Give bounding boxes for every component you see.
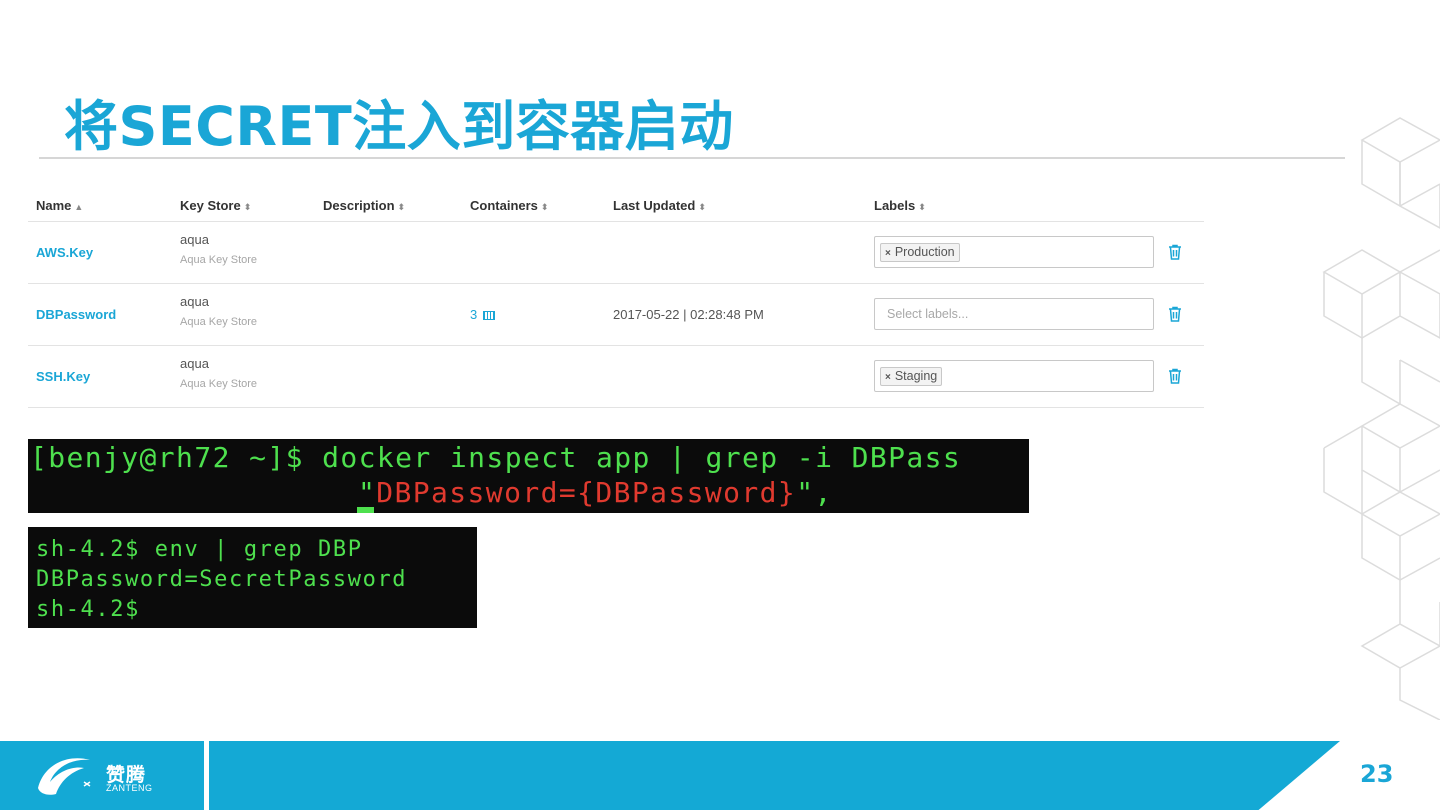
labels-select[interactable]: × Staging [874, 360, 1154, 392]
sort-asc-icon: ▲ [74, 202, 84, 212]
key-store-value: aqua [180, 294, 209, 309]
terminal-env-grep: sh-4.2$ env | grep DBP DBPassword=Secret… [28, 527, 477, 628]
trash-icon[interactable] [1168, 244, 1182, 260]
column-header-containers[interactable]: Containers ⬍ [470, 198, 548, 213]
key-store-value: aqua [180, 356, 209, 371]
column-header-labels[interactable]: Labels ⬍ [874, 198, 926, 213]
secret-name-link[interactable]: AWS.Key [36, 245, 93, 260]
title-divider [39, 157, 1345, 159]
cube-pattern-decoration [1322, 117, 1440, 720]
zanteng-logo-icon [38, 758, 91, 795]
page-number: 23 [1360, 760, 1394, 788]
sort-icon: ⬍ [397, 202, 406, 212]
key-store-value: aqua [180, 232, 209, 247]
secrets-table: Name ▲ Key Store ⬍ Description ⬍ Containers… [28, 186, 1204, 408]
last-updated-value: 2017-05-22 | 02:28:48 PM [613, 307, 764, 322]
labels-select[interactable]: Select labels... [874, 298, 1154, 330]
terminal-cursor [357, 507, 374, 513]
label-tag: × Production [880, 243, 960, 262]
trash-icon[interactable] [1168, 306, 1182, 322]
terminal-line: [benjy@rh72 ~]$ docker inspect app | gre… [30, 441, 962, 474]
labels-select[interactable]: × Production [874, 236, 1154, 268]
trash-icon[interactable] [1168, 368, 1182, 384]
column-header-last-updated[interactable]: Last Updated ⬍ [613, 198, 706, 213]
column-header-key-store[interactable]: Key Store ⬍ [180, 198, 251, 213]
secret-name-link[interactable]: DBPassword [36, 307, 116, 322]
sort-icon: ⬍ [698, 202, 706, 212]
column-header-description[interactable]: Description ⬍ [323, 198, 405, 213]
sort-icon: ⬍ [540, 202, 549, 212]
key-store-subtitle: Aqua Key Store [180, 254, 258, 266]
terminal-line: sh-4.2$ env | grep DBP [36, 537, 363, 562]
footer-logo-panel [0, 741, 204, 810]
sort-icon: ⬍ [243, 202, 252, 212]
terminal-line: DBPassword=SecretPassword [36, 567, 408, 592]
label-tag: × Staging [880, 367, 943, 386]
sort-icon: ⬍ [918, 202, 926, 212]
table-header: Name ▲ Key Store ⬍ Description ⬍ Containers… [28, 186, 1204, 222]
secret-name-link[interactable]: SSH.Key [36, 369, 90, 384]
table-row: DBPassword aqua Aqua Key Store 3 2017-05… [28, 284, 1204, 346]
table-row: SSH.Key aqua Aqua Key Store × Staging [28, 346, 1204, 408]
slide-title: 将SECRET注入到容器启动 [64, 95, 734, 158]
labels-placeholder: Select labels... [887, 307, 969, 321]
key-store-subtitle: Aqua Key Store [180, 316, 258, 328]
footer-bar [209, 741, 1340, 810]
terminal-line: "DBPassword={DBPassword}", [358, 476, 833, 509]
container-icon [483, 311, 496, 320]
remove-label-icon[interactable]: × [885, 372, 891, 383]
column-header-name[interactable]: Name ▲ [36, 198, 83, 213]
remove-label-icon[interactable]: × [885, 248, 891, 259]
terminal-docker-inspect: [benjy@rh72 ~]$ docker inspect app | gre… [28, 439, 1029, 513]
logo-text-en: ZANTENG [106, 783, 153, 793]
containers-count-link[interactable]: 3 [470, 307, 496, 322]
terminal-line: sh-4.2$ [36, 597, 140, 622]
table-row: AWS.Key aqua Aqua Key Store × Production [28, 222, 1204, 284]
key-store-subtitle: Aqua Key Store [180, 378, 258, 390]
